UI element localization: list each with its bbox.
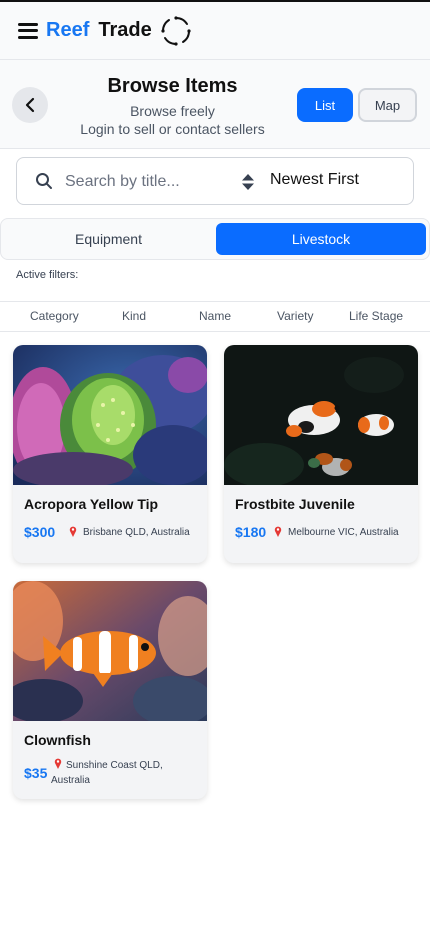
listing-image-coral — [13, 345, 207, 485]
listing-price: $35 — [24, 765, 48, 781]
filter-bar: Category Kind Name Variety Life Stage — [0, 301, 430, 332]
brand-name-reef: Reef — [46, 19, 90, 41]
page-title: Browse Items — [107, 75, 238, 97]
back-button[interactable] — [12, 87, 48, 123]
top-bar: Reef Trade — [0, 0, 430, 60]
listing-title: Clownfish — [24, 732, 91, 748]
listing-location: Melbourne VIC, Australia — [288, 527, 399, 538]
search-icon — [36, 173, 52, 189]
search-input[interactable] — [65, 168, 215, 196]
search-sort-bar: Newest First — [16, 157, 414, 205]
location-pin-icon — [69, 526, 77, 537]
filter-name[interactable]: Name — [199, 309, 231, 323]
listing-price: $300 — [24, 524, 56, 540]
location-pin-icon — [274, 526, 282, 537]
active-filters-label: Active filters: — [16, 269, 79, 281]
location-pin-icon — [54, 758, 62, 769]
type-tabs: Equipment Livestock — [0, 218, 430, 260]
listing-price: $180 — [235, 524, 267, 540]
title-block: Browse Items Browse freely Login to sell… — [60, 74, 285, 138]
brand-logo-link[interactable]: Reef Trade — [46, 15, 192, 47]
listing-card[interactable]: Clownfish $35 Sunshine Coast QLD, Austra… — [13, 581, 207, 799]
page-subtitle: Browse freely — [130, 103, 215, 119]
map-view-button[interactable]: Map — [358, 88, 417, 122]
reef-logo-icon — [161, 15, 191, 46]
browse-header: Browse Items Browse freely Login to sell… — [0, 60, 430, 149]
listing-card[interactable]: Acropora Yellow Tip $300 Brisbane QLD, A… — [13, 345, 207, 563]
page-subtitle-login: Login to sell or contact sellers — [80, 121, 265, 137]
filter-life-stage[interactable]: Life Stage — [349, 309, 403, 323]
filter-category[interactable]: Category — [30, 309, 79, 323]
listing-location-line1: Sunshine Coast QLD, — [66, 760, 163, 771]
menu-icon[interactable] — [18, 22, 38, 39]
listing-location-line2: Australia — [51, 775, 90, 786]
listing-location: Brisbane QLD, Australia — [83, 527, 190, 538]
tab-livestock[interactable]: Livestock — [216, 223, 426, 255]
sort-arrows-icon[interactable] — [241, 173, 255, 191]
listing-title: Frostbite Juvenile — [235, 496, 355, 512]
tab-equipment[interactable]: Equipment — [6, 223, 211, 255]
chevron-left-icon — [25, 97, 35, 113]
list-view-button[interactable]: List — [297, 88, 353, 122]
filter-variety[interactable]: Variety — [277, 309, 313, 323]
sort-select[interactable]: Newest First — [270, 171, 359, 189]
listing-image-clownfish-anemone — [13, 581, 207, 721]
listing-title: Acropora Yellow Tip — [24, 496, 159, 512]
listing-image-clownfish — [224, 345, 418, 485]
filter-kind[interactable]: Kind — [122, 309, 146, 323]
brand-name-trade: Trade — [98, 19, 152, 41]
listing-card[interactable]: Frostbite Juvenile $180 Melbourne VIC, A… — [224, 345, 418, 563]
